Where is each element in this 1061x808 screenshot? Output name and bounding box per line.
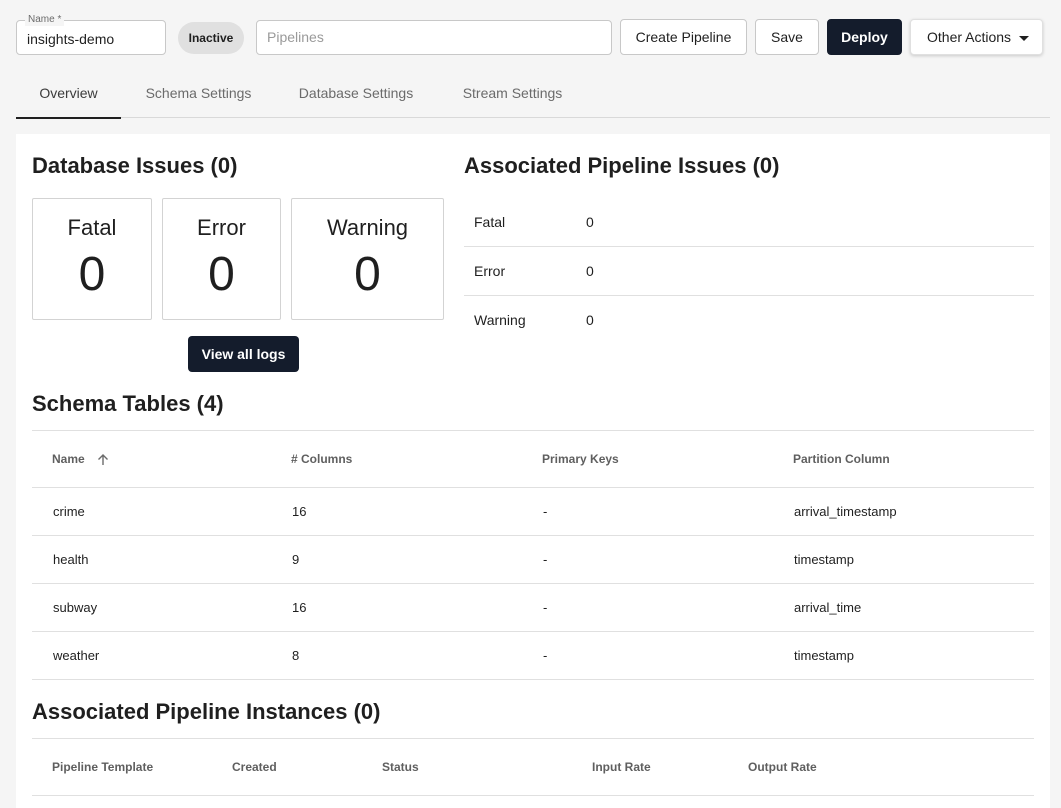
table-header: Name # Columns Primary Keys Partition Co… — [32, 431, 1034, 488]
issue-count: 0 — [586, 312, 594, 328]
cell-partition: arrival_time — [794, 600, 862, 615]
cell-columns: 16 — [292, 504, 307, 519]
tab-database-settings[interactable]: Database Settings — [280, 68, 432, 118]
tab-overview[interactable]: Overview — [16, 68, 121, 119]
pipeline-instances-title: Associated Pipeline Instances (0) — [32, 699, 381, 724]
column-header-pipeline-template[interactable]: Pipeline Template — [52, 760, 153, 774]
error-card: Error 0 — [162, 198, 281, 320]
overview-panel: Database Issues (0) Fatal 0 Error 0 Warn… — [16, 134, 1050, 808]
cell-partition: timestamp — [794, 552, 854, 567]
table-row[interactable]: weather 8 - timestamp — [32, 632, 1034, 680]
column-header-status[interactable]: Status — [382, 760, 419, 774]
status-badge: Inactive — [178, 22, 244, 54]
fatal-card-label: Fatal — [67, 215, 117, 240]
table-row[interactable]: subway 16 - arrival_time — [32, 584, 1034, 632]
cell-columns: 9 — [292, 552, 300, 567]
create-pipeline-button[interactable]: Create Pipeline — [620, 19, 747, 55]
caret-down-icon — [1019, 36, 1029, 41]
column-header-input-rate[interactable]: Input Rate — [592, 760, 651, 774]
cell-columns: 8 — [292, 648, 300, 663]
name-field-label: Name * — [25, 14, 65, 26]
name-field-value[interactable]: insights-demo — [27, 31, 114, 47]
list-item: Error 0 — [464, 247, 1034, 296]
name-field[interactable]: Name * insights-demo — [16, 14, 166, 55]
database-issues-title: Database Issues (0) — [32, 153, 238, 178]
tab-schema-settings[interactable]: Schema Settings — [126, 68, 271, 118]
table-row[interactable]: health 9 - timestamp — [32, 536, 1034, 584]
top-toolbar: Name * insights-demo Inactive Pipelines … — [0, 0, 1061, 64]
pipelines-input[interactable]: Pipelines — [256, 20, 612, 55]
tab-stream-settings[interactable]: Stream Settings — [440, 68, 585, 118]
column-header-created[interactable]: Created — [232, 760, 277, 774]
tab-bar: Overview Schema Settings Database Settin… — [16, 68, 1050, 119]
issue-label: Error — [474, 263, 506, 279]
column-header-label: Name — [52, 452, 85, 466]
cell-primary-keys: - — [543, 648, 548, 663]
cell-name: weather — [53, 648, 100, 663]
issue-count: 0 — [586, 214, 594, 230]
cell-primary-keys: - — [543, 552, 548, 567]
issue-label: Warning — [474, 312, 526, 328]
other-actions-button[interactable]: Other Actions — [910, 19, 1043, 55]
view-all-logs-button[interactable]: View all logs — [188, 336, 299, 372]
schema-tables-title: Schema Tables (4) — [32, 391, 224, 416]
fatal-card: Fatal 0 — [32, 198, 152, 320]
column-header-partition[interactable]: Partition Column — [793, 452, 890, 466]
warning-card: Warning 0 — [291, 198, 444, 320]
column-header-primary-keys[interactable]: Primary Keys — [542, 452, 619, 466]
table-header: Pipeline Template Created Status Input R… — [32, 739, 1034, 796]
pipeline-instances-grid: Pipeline Template Created Status Input R… — [32, 738, 1034, 796]
pipeline-issues-title: Associated Pipeline Issues (0) — [464, 153, 780, 178]
column-header-output-rate[interactable]: Output Rate — [748, 760, 817, 774]
fatal-card-count: 0 — [78, 248, 106, 301]
column-header-name[interactable]: Name — [52, 452, 110, 467]
pipeline-issues-list: Fatal 0 Error 0 Warning 0 — [464, 198, 1034, 345]
schema-tables-grid: Name # Columns Primary Keys Partition Co… — [32, 430, 1034, 680]
error-card-count: 0 — [208, 248, 235, 301]
warning-card-label: Warning — [326, 215, 409, 240]
arrow-up-icon[interactable] — [96, 453, 110, 467]
cell-primary-keys: - — [543, 600, 548, 615]
issue-label: Fatal — [474, 214, 506, 230]
table-row[interactable]: crime 16 - arrival_timestamp — [32, 488, 1034, 536]
list-item: Fatal 0 — [464, 198, 1034, 247]
warning-card-count: 0 — [354, 248, 381, 301]
cell-partition: timestamp — [794, 648, 854, 663]
cell-partition: arrival_timestamp — [794, 504, 897, 519]
save-button[interactable]: Save — [755, 19, 819, 55]
cell-columns: 16 — [292, 600, 307, 615]
issue-count: 0 — [586, 263, 594, 279]
cell-name: crime — [53, 504, 85, 519]
error-card-label: Error — [197, 215, 246, 240]
list-item: Warning 0 — [464, 296, 1034, 345]
cell-name: health — [53, 552, 89, 567]
column-header-columns[interactable]: # Columns — [291, 452, 352, 466]
cell-name: subway — [53, 600, 98, 615]
deploy-button[interactable]: Deploy — [827, 19, 902, 55]
cell-primary-keys: - — [543, 504, 548, 519]
other-actions-label: Other Actions — [927, 29, 1012, 45]
